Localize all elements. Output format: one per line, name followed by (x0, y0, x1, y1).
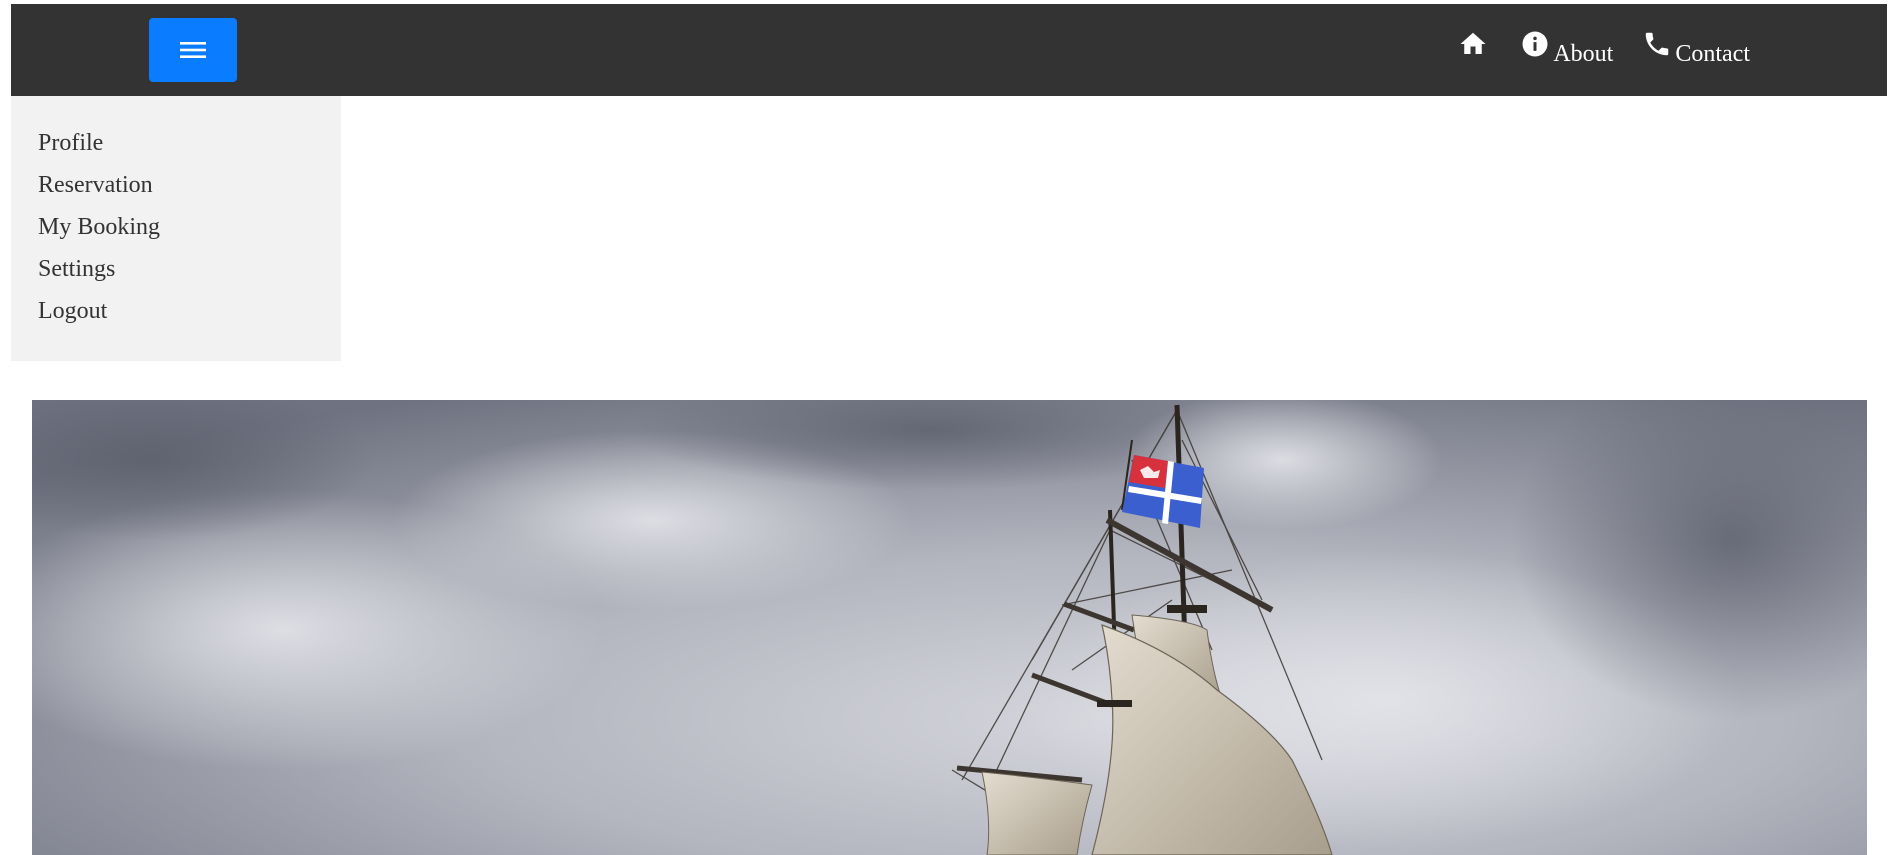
nav-about-label: About (1553, 40, 1614, 67)
nav-home-link[interactable] (1457, 32, 1491, 66)
phone-icon (1641, 28, 1673, 60)
home-icon (1457, 28, 1489, 60)
info-icon (1519, 28, 1551, 60)
page: About Contact Profile Reservation My Boo… (0, 0, 1897, 855)
nav-contact-link[interactable]: Contact (1641, 32, 1750, 67)
top-navbar: About Contact (11, 4, 1887, 96)
hamburger-menu-icon (180, 42, 206, 58)
sidebar-item-logout[interactable]: Logout (38, 290, 341, 332)
tall-ship-photo (32, 400, 1867, 855)
menu-toggle-button[interactable] (149, 18, 237, 82)
sidebar-item-settings[interactable]: Settings (38, 248, 341, 290)
hero-image (32, 400, 1867, 855)
nav-contact-label: Contact (1675, 40, 1750, 67)
sidebar-item-my-booking[interactable]: My Booking (38, 206, 341, 248)
main-nav: About Contact (1429, 4, 1750, 96)
sidebar-item-reservation[interactable]: Reservation (38, 164, 341, 206)
sidebar-menu: Profile Reservation My Booking Settings … (11, 96, 341, 361)
sidebar-item-profile[interactable]: Profile (38, 122, 341, 164)
nav-about-link[interactable]: About (1519, 31, 1614, 67)
